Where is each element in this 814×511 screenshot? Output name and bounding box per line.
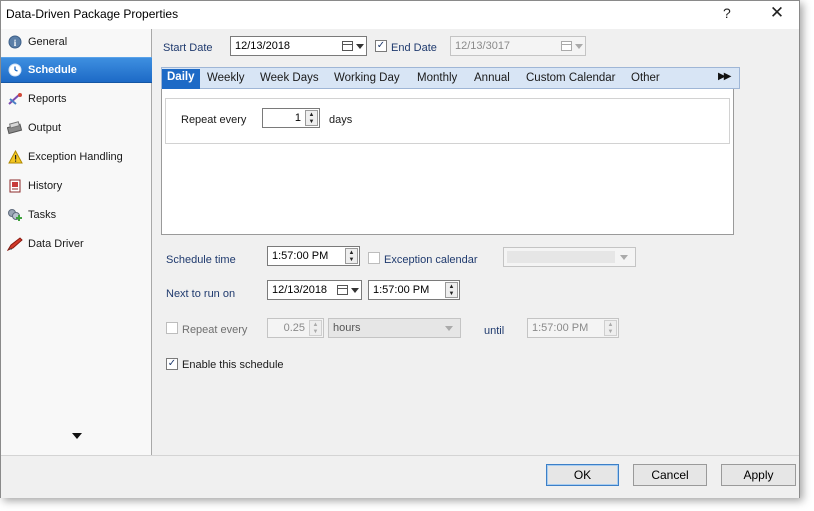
repeat-every-checkbox[interactable] bbox=[166, 322, 178, 334]
warning-icon bbox=[7, 149, 23, 165]
sidebar-item-history[interactable]: History bbox=[1, 173, 152, 199]
until-label: until bbox=[484, 325, 505, 337]
sidebar-item-label: Output bbox=[28, 122, 62, 134]
schedule-time-label: Schedule time bbox=[166, 254, 236, 266]
help-button[interactable]: ? bbox=[723, 5, 731, 21]
end-date-value: 12/13/3017 bbox=[455, 40, 511, 52]
tab-week-days[interactable]: Week Days bbox=[260, 70, 319, 88]
repeat-days-value: 1 bbox=[294, 112, 301, 124]
chevron-down-icon[interactable] bbox=[436, 321, 458, 335]
history-icon bbox=[7, 178, 23, 194]
end-date-label: End Date bbox=[391, 42, 437, 54]
start-date-label: Start Date bbox=[163, 42, 213, 54]
repeat-every-label: Repeat every bbox=[181, 114, 247, 126]
output-icon bbox=[7, 120, 23, 136]
sidebar-item-label: Exception Handling bbox=[28, 151, 123, 163]
sidebar-item-label: Schedule bbox=[28, 64, 77, 76]
clock-icon bbox=[7, 62, 23, 78]
until-time-value: 1:57:00 PM bbox=[532, 322, 589, 334]
until-time-picker[interactable]: 1:57:00 PM ▲ ▼ bbox=[527, 318, 619, 338]
sidebar-item-data-driver[interactable]: Data Driver bbox=[1, 231, 152, 257]
chevron-down-icon[interactable] bbox=[611, 250, 633, 264]
end-date-checkbox[interactable]: ✓ bbox=[375, 40, 387, 52]
exception-calendar-label: Exception calendar bbox=[384, 254, 478, 266]
calendar-dropdown-icon[interactable] bbox=[561, 39, 583, 53]
spin-icon[interactable]: ▲ ▼ bbox=[305, 110, 318, 126]
repeat-interval-stepper[interactable]: 0.25 ▲ ▼ bbox=[267, 318, 324, 338]
calendar-dropdown-icon[interactable] bbox=[342, 39, 364, 53]
next-run-date-picker[interactable]: 12/13/2018 bbox=[267, 280, 362, 300]
repeat-unit-select[interactable]: hours bbox=[328, 318, 461, 338]
title-bar: Data-Driven Package Properties ? ✕ bbox=[1, 1, 799, 29]
sidebar-item-general[interactable]: i General bbox=[1, 29, 152, 55]
tab-annual[interactable]: Annual bbox=[474, 70, 510, 88]
sidebar-item-label: Tasks bbox=[28, 209, 57, 221]
tab-weekly[interactable]: Weekly bbox=[207, 70, 245, 88]
sidebar-item-reports[interactable]: Reports bbox=[1, 86, 152, 112]
apply-button[interactable]: Apply bbox=[721, 464, 796, 486]
next-run-date-value: 12/13/2018 bbox=[272, 284, 328, 296]
sidebar-item-exception-handling[interactable]: Exception Handling bbox=[1, 144, 152, 170]
calendar-dropdown-icon[interactable] bbox=[337, 283, 359, 297]
repeat-unit-value: hours bbox=[333, 322, 361, 334]
tab-other[interactable]: Other bbox=[631, 70, 660, 88]
tasks-icon bbox=[7, 207, 23, 223]
schedule-panel: Start Date 12/13/2018 ✓ End Date 12/13/3… bbox=[153, 29, 799, 455]
sidebar-item-tasks[interactable]: Tasks bbox=[1, 202, 152, 228]
days-label: days bbox=[329, 114, 353, 126]
start-date-value: 12/13/2018 bbox=[235, 40, 291, 52]
info-icon: i bbox=[7, 34, 23, 50]
start-date-picker[interactable]: 12/13/2018 bbox=[230, 36, 367, 56]
tab-working-day[interactable]: Working Day bbox=[334, 70, 400, 88]
daily-tab-panel: Repeat every 1 ▲ ▼ days bbox=[161, 89, 734, 235]
spin-icon[interactable]: ▲ ▼ bbox=[309, 320, 322, 336]
tab-custom-calendar[interactable]: Custom Calendar bbox=[526, 70, 615, 88]
tab-scroll-right-icon[interactable]: ▶▶ bbox=[718, 71, 731, 82]
sidebar-item-label: History bbox=[28, 180, 63, 192]
schedule-tab-bar: Daily Weekly Week Days Working Day Month… bbox=[161, 67, 740, 89]
repeat-days-stepper[interactable]: 1 ▲ ▼ bbox=[262, 108, 320, 128]
tab-daily[interactable]: Daily bbox=[162, 69, 200, 89]
enable-schedule-checkbox[interactable]: ✓ bbox=[166, 358, 178, 370]
schedule-time-value: 1:57:00 PM bbox=[272, 250, 329, 262]
spin-icon[interactable]: ▲ ▼ bbox=[345, 248, 358, 264]
sidebar-item-schedule[interactable]: Schedule bbox=[1, 57, 152, 83]
properties-dialog: Data-Driven Package Properties ? ✕ i Gen… bbox=[0, 0, 800, 498]
sidebar-item-output[interactable]: Output bbox=[1, 115, 152, 141]
repeat-interval-value: 0.25 bbox=[283, 322, 305, 334]
exception-calendar-checkbox[interactable] bbox=[368, 252, 380, 264]
next-run-time-picker[interactable]: 1:57:00 PM ▲ ▼ bbox=[368, 280, 460, 300]
reports-icon bbox=[7, 91, 23, 107]
exception-calendar-select[interactable] bbox=[503, 247, 636, 267]
spin-icon[interactable]: ▲ ▼ bbox=[445, 282, 458, 298]
sidebar-item-label: Reports bbox=[28, 93, 67, 105]
next-run-time-value: 1:57:00 PM bbox=[373, 284, 430, 296]
close-button[interactable]: ✕ bbox=[765, 3, 789, 25]
sidebar-item-label: General bbox=[28, 36, 68, 48]
tab-monthly[interactable]: Monthly bbox=[417, 70, 457, 88]
dialog-footer: OK Cancel Apply bbox=[1, 455, 799, 498]
end-date-picker[interactable]: 12/13/3017 bbox=[450, 36, 586, 56]
dialog-title: Data-Driven Package Properties bbox=[6, 7, 179, 21]
cancel-button[interactable]: Cancel bbox=[633, 464, 707, 486]
spin-icon[interactable]: ▲ ▼ bbox=[604, 320, 617, 336]
sidebar-scroll-down-icon[interactable] bbox=[72, 433, 82, 439]
enable-schedule-label: Enable this schedule bbox=[182, 359, 284, 371]
ok-button[interactable]: OK bbox=[546, 464, 619, 486]
data-driver-icon bbox=[7, 236, 23, 252]
repeat-group: Repeat every 1 ▲ ▼ days bbox=[165, 98, 730, 144]
next-to-run-label: Next to run on bbox=[166, 288, 236, 300]
schedule-time-picker[interactable]: 1:57:00 PM ▲ ▼ bbox=[267, 246, 360, 266]
sidebar-item-label: Data Driver bbox=[28, 238, 84, 250]
sidebar: i General Schedule Reports Output Except… bbox=[1, 29, 152, 455]
repeat-every-interval-label: Repeat every bbox=[182, 324, 248, 336]
